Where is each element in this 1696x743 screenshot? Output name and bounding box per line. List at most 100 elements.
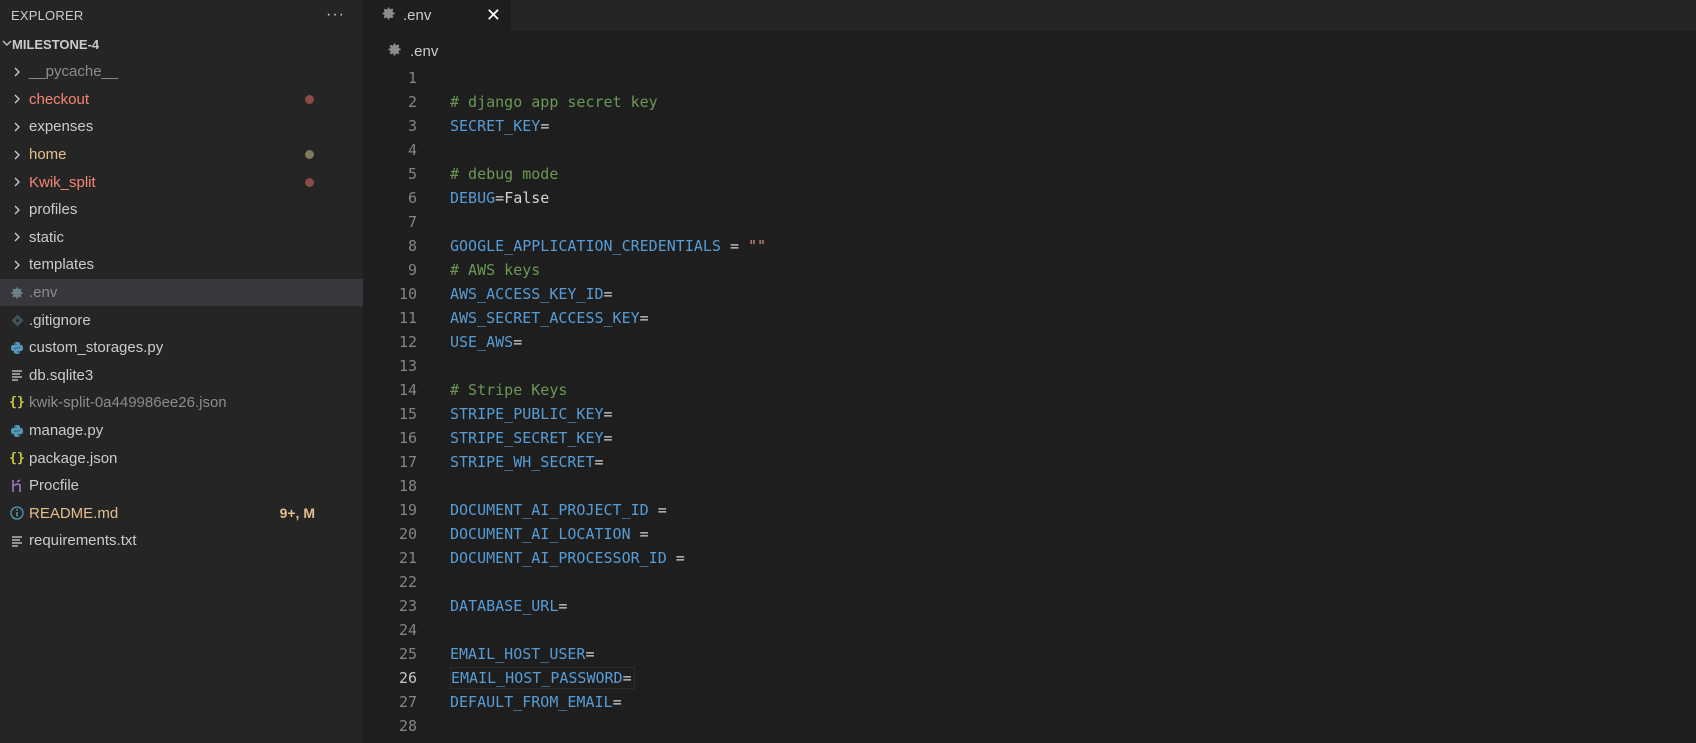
line-content: DEBUG=False [450, 186, 549, 210]
line-number: 11 [398, 309, 417, 327]
code-line[interactable]: 7 [363, 210, 1696, 234]
env-key: EMAIL_HOST_USER [450, 645, 586, 663]
line-number: 16 [398, 429, 417, 447]
chevron-right-icon [6, 149, 28, 161]
folder-profiles[interactable]: profiles [0, 196, 363, 224]
code-line[interactable]: 10 AWS_ACCESS_KEY_ID= [363, 282, 1696, 306]
string-literal: "" [748, 237, 767, 255]
code-line[interactable]: 14 # Stripe Keys [363, 378, 1696, 402]
folder-static[interactable]: static [0, 224, 363, 252]
line-content: STRIPE_SECRET_KEY= [450, 426, 613, 450]
code-line[interactable]: 13 [363, 354, 1696, 378]
git-status-dot [305, 94, 314, 104]
code-line[interactable]: 8 GOOGLE_APPLICATION_CREDENTIALS = "" [363, 234, 1696, 258]
tree-item-label: profiles [29, 201, 78, 219]
git-status-dot [305, 177, 314, 187]
line-content: GOOGLE_APPLICATION_CREDENTIALS = "" [450, 234, 766, 258]
file-db-sqlite3[interactable]: db.sqlite3 [0, 362, 363, 390]
code-line[interactable]: 27 DEFAULT_FROM_EMAIL= [363, 690, 1696, 714]
chevron-right-icon [6, 231, 28, 243]
code-line[interactable]: 20 DOCUMENT_AI_LOCATION = [363, 522, 1696, 546]
code-line[interactable]: 21 DOCUMENT_AI_PROCESSOR_ID = [363, 546, 1696, 570]
tree-item-label: expenses [29, 118, 94, 136]
code-line[interactable]: 18 [363, 474, 1696, 498]
line-number: 2 [407, 93, 417, 111]
env-key: SECRET_KEY [450, 117, 541, 135]
close-icon[interactable]: ✕ [486, 5, 501, 26]
editor-area: .env ✕ .env 1 2 # django app secret key 3 SE… [363, 0, 1696, 743]
line-number: 26 [398, 669, 417, 687]
file-kwik-split-0a449986ee26-json[interactable]: {} kwik-split-0a449986ee26.json [0, 389, 363, 417]
tab-env[interactable]: .env ✕ [363, 0, 511, 31]
file-procfile[interactable]: Procfile [0, 472, 363, 500]
line-number: 27 [398, 693, 417, 711]
line-content: # AWS keys [450, 258, 540, 282]
line-number: 21 [398, 549, 417, 567]
json-icon: {} [9, 450, 25, 466]
code-comment: # debug mode [450, 165, 559, 183]
file-custom-storages-py[interactable]: custom_storages.py [0, 334, 363, 362]
project-folder-header[interactable]: MILESTONE-4 [0, 30, 363, 58]
tab-label: .env [403, 7, 432, 24]
code-line[interactable]: 26 EMAIL_HOST_PASSWORD= [363, 666, 1696, 690]
chevron-right-icon [6, 66, 28, 78]
python-icon [6, 341, 28, 355]
chevron-right-icon [6, 176, 28, 188]
folder-checkout[interactable]: checkout [0, 86, 363, 114]
folder-kwik-split[interactable]: Kwik_split [0, 168, 363, 196]
code-operator: = [495, 189, 505, 207]
code-line[interactable]: 12 USE_AWS= [363, 330, 1696, 354]
folder-pycache[interactable]: __pycache__ [0, 58, 363, 86]
code-line[interactable]: 16 STRIPE_SECRET_KEY= [363, 426, 1696, 450]
code-line[interactable]: 9 # AWS keys [363, 258, 1696, 282]
line-number: 13 [398, 357, 417, 375]
code-line[interactable]: 17 STRIPE_WH_SECRET= [363, 450, 1696, 474]
line-content: DATABASE_URL= [450, 594, 567, 618]
file-env[interactable]: .env [0, 278, 363, 307]
project-name: MILESTONE-4 [12, 36, 100, 52]
code-line[interactable]: 15 STRIPE_PUBLIC_KEY= [363, 402, 1696, 426]
tree-item-label: custom_storages.py [29, 339, 164, 357]
more-actions-icon[interactable]: ··· [326, 6, 345, 24]
file-lines-icon [6, 369, 28, 381]
code-line[interactable]: 22 [363, 570, 1696, 594]
line-number: 14 [398, 381, 417, 399]
code-line[interactable]: 1 [363, 66, 1696, 90]
code-line[interactable]: 3 SECRET_KEY= [363, 114, 1696, 138]
code-line[interactable]: 28 [363, 714, 1696, 738]
line-content: # debug mode [450, 162, 558, 186]
file-package-json[interactable]: {} package.json [0, 444, 363, 472]
code-operator: = [648, 501, 667, 519]
file-readme-md[interactable]: README.md 9+, M [0, 500, 363, 528]
explorer-header: EXPLORER ··· [0, 0, 363, 30]
code-line[interactable]: 2 # django app secret key [363, 90, 1696, 114]
file-manage-py[interactable]: manage.py [0, 417, 363, 445]
tree-item-label: .env [29, 284, 58, 302]
line-number: 28 [398, 717, 417, 735]
code-line[interactable]: 25 EMAIL_HOST_USER= [363, 642, 1696, 666]
folder-templates[interactable]: templates [0, 251, 363, 279]
gear-icon [6, 286, 28, 300]
code-line[interactable]: 4 [363, 138, 1696, 162]
breadcrumb[interactable]: .env [363, 31, 1696, 71]
code-editor[interactable]: 1 2 # django app secret key 3 SECRET_KEY= 4 5 #… [363, 66, 1696, 738]
line-number: 10 [398, 285, 417, 303]
code-line[interactable]: 24 [363, 618, 1696, 642]
folder-home[interactable]: home [0, 141, 363, 169]
explorer-sidebar: EXPLORER ··· MILESTONE-4 __pycache__ chec… [0, 0, 363, 743]
code-line[interactable]: 11 AWS_SECRET_ACCESS_KEY= [363, 306, 1696, 330]
code-line[interactable]: 23 DATABASE_URL= [363, 594, 1696, 618]
tab-bar: .env ✕ [363, 0, 1696, 31]
line-content: DEFAULT_FROM_EMAIL= [450, 690, 622, 714]
line-number: 12 [398, 333, 417, 351]
code-line[interactable]: 5 # debug mode [363, 162, 1696, 186]
code-operator: = [603, 285, 613, 303]
code-line[interactable]: 19 DOCUMENT_AI_PROJECT_ID = [363, 498, 1696, 522]
tree-item-label: README.md [29, 504, 119, 522]
file-requirements-txt[interactable]: requirements.txt [0, 527, 363, 555]
git-status-dot [305, 150, 314, 160]
chevron-down-icon [2, 38, 12, 51]
code-line[interactable]: 6 DEBUG=False [363, 186, 1696, 210]
folder-expenses[interactable]: expenses [0, 113, 363, 141]
file-gitignore[interactable]: .gitignore [0, 306, 363, 334]
